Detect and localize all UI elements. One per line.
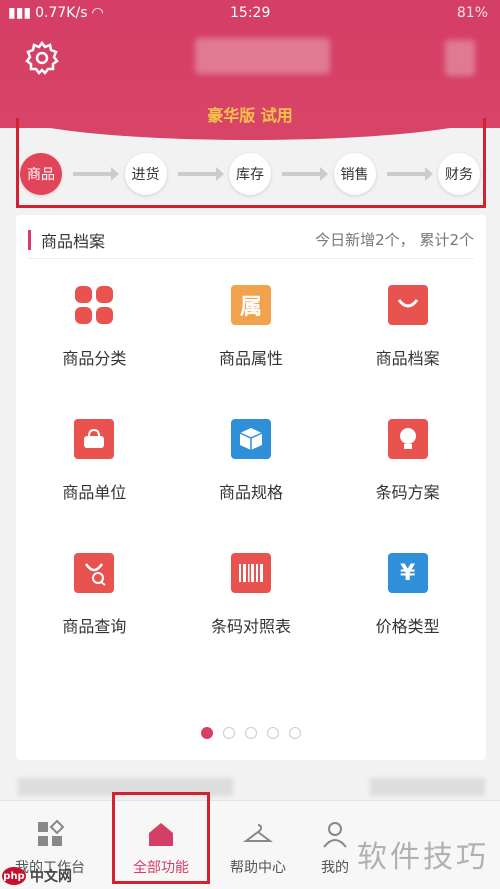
person-icon <box>323 822 347 848</box>
tile-label: 商品查询 <box>62 617 127 636</box>
tile-goods-category[interactable]: 商品分类 <box>16 285 173 369</box>
tile-barcode-scheme[interactable]: 条码方案 <box>329 419 486 503</box>
blurred-avatar <box>445 40 475 76</box>
flow-arrow-icon <box>177 167 224 181</box>
tile-price-type[interactable]: ¥ 价格类型 <box>329 553 486 637</box>
wifi-icon: ◠ <box>91 5 104 21</box>
shu-character-icon: 属 <box>230 285 271 325</box>
card-accent-bar <box>28 229 31 250</box>
flow-step-inventory[interactable]: 库存 <box>229 153 271 195</box>
blurred-content <box>370 778 485 796</box>
hanger-icon <box>243 824 273 842</box>
card-title: 商品档案 <box>41 231 106 251</box>
goods-archive-card: 商品档案 今日新增2个， 累计2个 商品分类 属 商品属性 商品档案 商品单位 <box>16 215 486 760</box>
shopping-bag-icon <box>387 285 428 325</box>
tile-goods-spec[interactable]: 商品规格 <box>173 419 330 503</box>
tile-label: 价格类型 <box>375 617 440 636</box>
tile-label: 条码方案 <box>375 483 440 502</box>
page-dot[interactable] <box>245 727 257 739</box>
php-logo-icon: php <box>2 867 26 885</box>
flow-step-purchase[interactable]: 进货 <box>124 153 167 195</box>
tile-goods-attribute[interactable]: 属 商品属性 <box>173 285 330 369</box>
tile-goods-archive[interactable]: 商品档案 <box>329 285 486 369</box>
status-time: 15:29 <box>230 5 271 21</box>
function-grid: 商品分类 属 商品属性 商品档案 商品单位 商品规格 条码方案 商品查询 条码对… <box>16 285 486 637</box>
four-squares-icon <box>74 285 114 325</box>
flow-step-sales[interactable]: 销售 <box>333 153 376 195</box>
settings-gear-icon[interactable] <box>24 40 60 76</box>
flow-arrow-icon <box>282 167 329 181</box>
status-bar: ▮▮▮ 0.77K/s ◠ 15:29 81% <box>0 0 500 28</box>
tile-goods-unit[interactable]: 商品单位 <box>16 419 173 503</box>
blurred-store-name <box>195 38 330 74</box>
tile-label: 商品单位 <box>62 483 127 502</box>
watermark-text: 软件技巧 <box>357 840 489 875</box>
status-battery: 81% <box>456 5 488 21</box>
flow-step-finance[interactable]: 财务 <box>438 153 480 195</box>
card-stat: 今日新增2个， 累计2个 <box>315 231 474 249</box>
tile-label: 商品档案 <box>375 349 440 368</box>
flow-arrow-icon <box>73 167 120 181</box>
bag-search-icon <box>74 553 115 593</box>
tile-label: 商品规格 <box>218 483 283 502</box>
tile-label: 商品分类 <box>62 349 127 368</box>
flow-arrow-icon <box>386 167 433 181</box>
page-dot[interactable] <box>223 727 235 739</box>
tile-label: 条码对照表 <box>210 617 291 636</box>
bulb-icon <box>387 419 428 459</box>
tile-goods-query[interactable]: 商品查询 <box>16 553 173 637</box>
status-left: ▮▮▮ 0.77K/s ◠ <box>8 5 104 21</box>
barcode-icon <box>230 553 271 593</box>
handbag-icon <box>74 419 115 459</box>
card-header: 商品档案 今日新增2个， 累计2个 <box>28 229 474 259</box>
tile-barcode-table[interactable]: 条码对照表 <box>173 553 330 637</box>
watermark-logo-text: 中文网 <box>30 869 72 885</box>
tab-highlight-box <box>112 792 210 884</box>
page-indicator <box>16 727 486 739</box>
network-speed: 0.77K/s <box>35 5 88 21</box>
page-dot[interactable] <box>267 727 279 739</box>
tab-label: 我的 <box>321 860 349 876</box>
yen-icon: ¥ <box>387 553 428 593</box>
grid-diamond-icon <box>38 819 65 846</box>
page-dot-active[interactable] <box>201 727 213 739</box>
tab-label: 帮助中心 <box>230 860 286 876</box>
business-flow: 商品 进货 库存 销售 财务 <box>20 153 480 195</box>
watermark-logo: php 中文网 <box>2 866 72 886</box>
flow-step-goods[interactable]: 商品 <box>20 153 62 195</box>
box-icon <box>230 419 271 459</box>
tile-label: 商品属性 <box>218 349 283 368</box>
signal-icon: ▮▮▮ <box>8 5 32 21</box>
page-dot[interactable] <box>289 727 301 739</box>
